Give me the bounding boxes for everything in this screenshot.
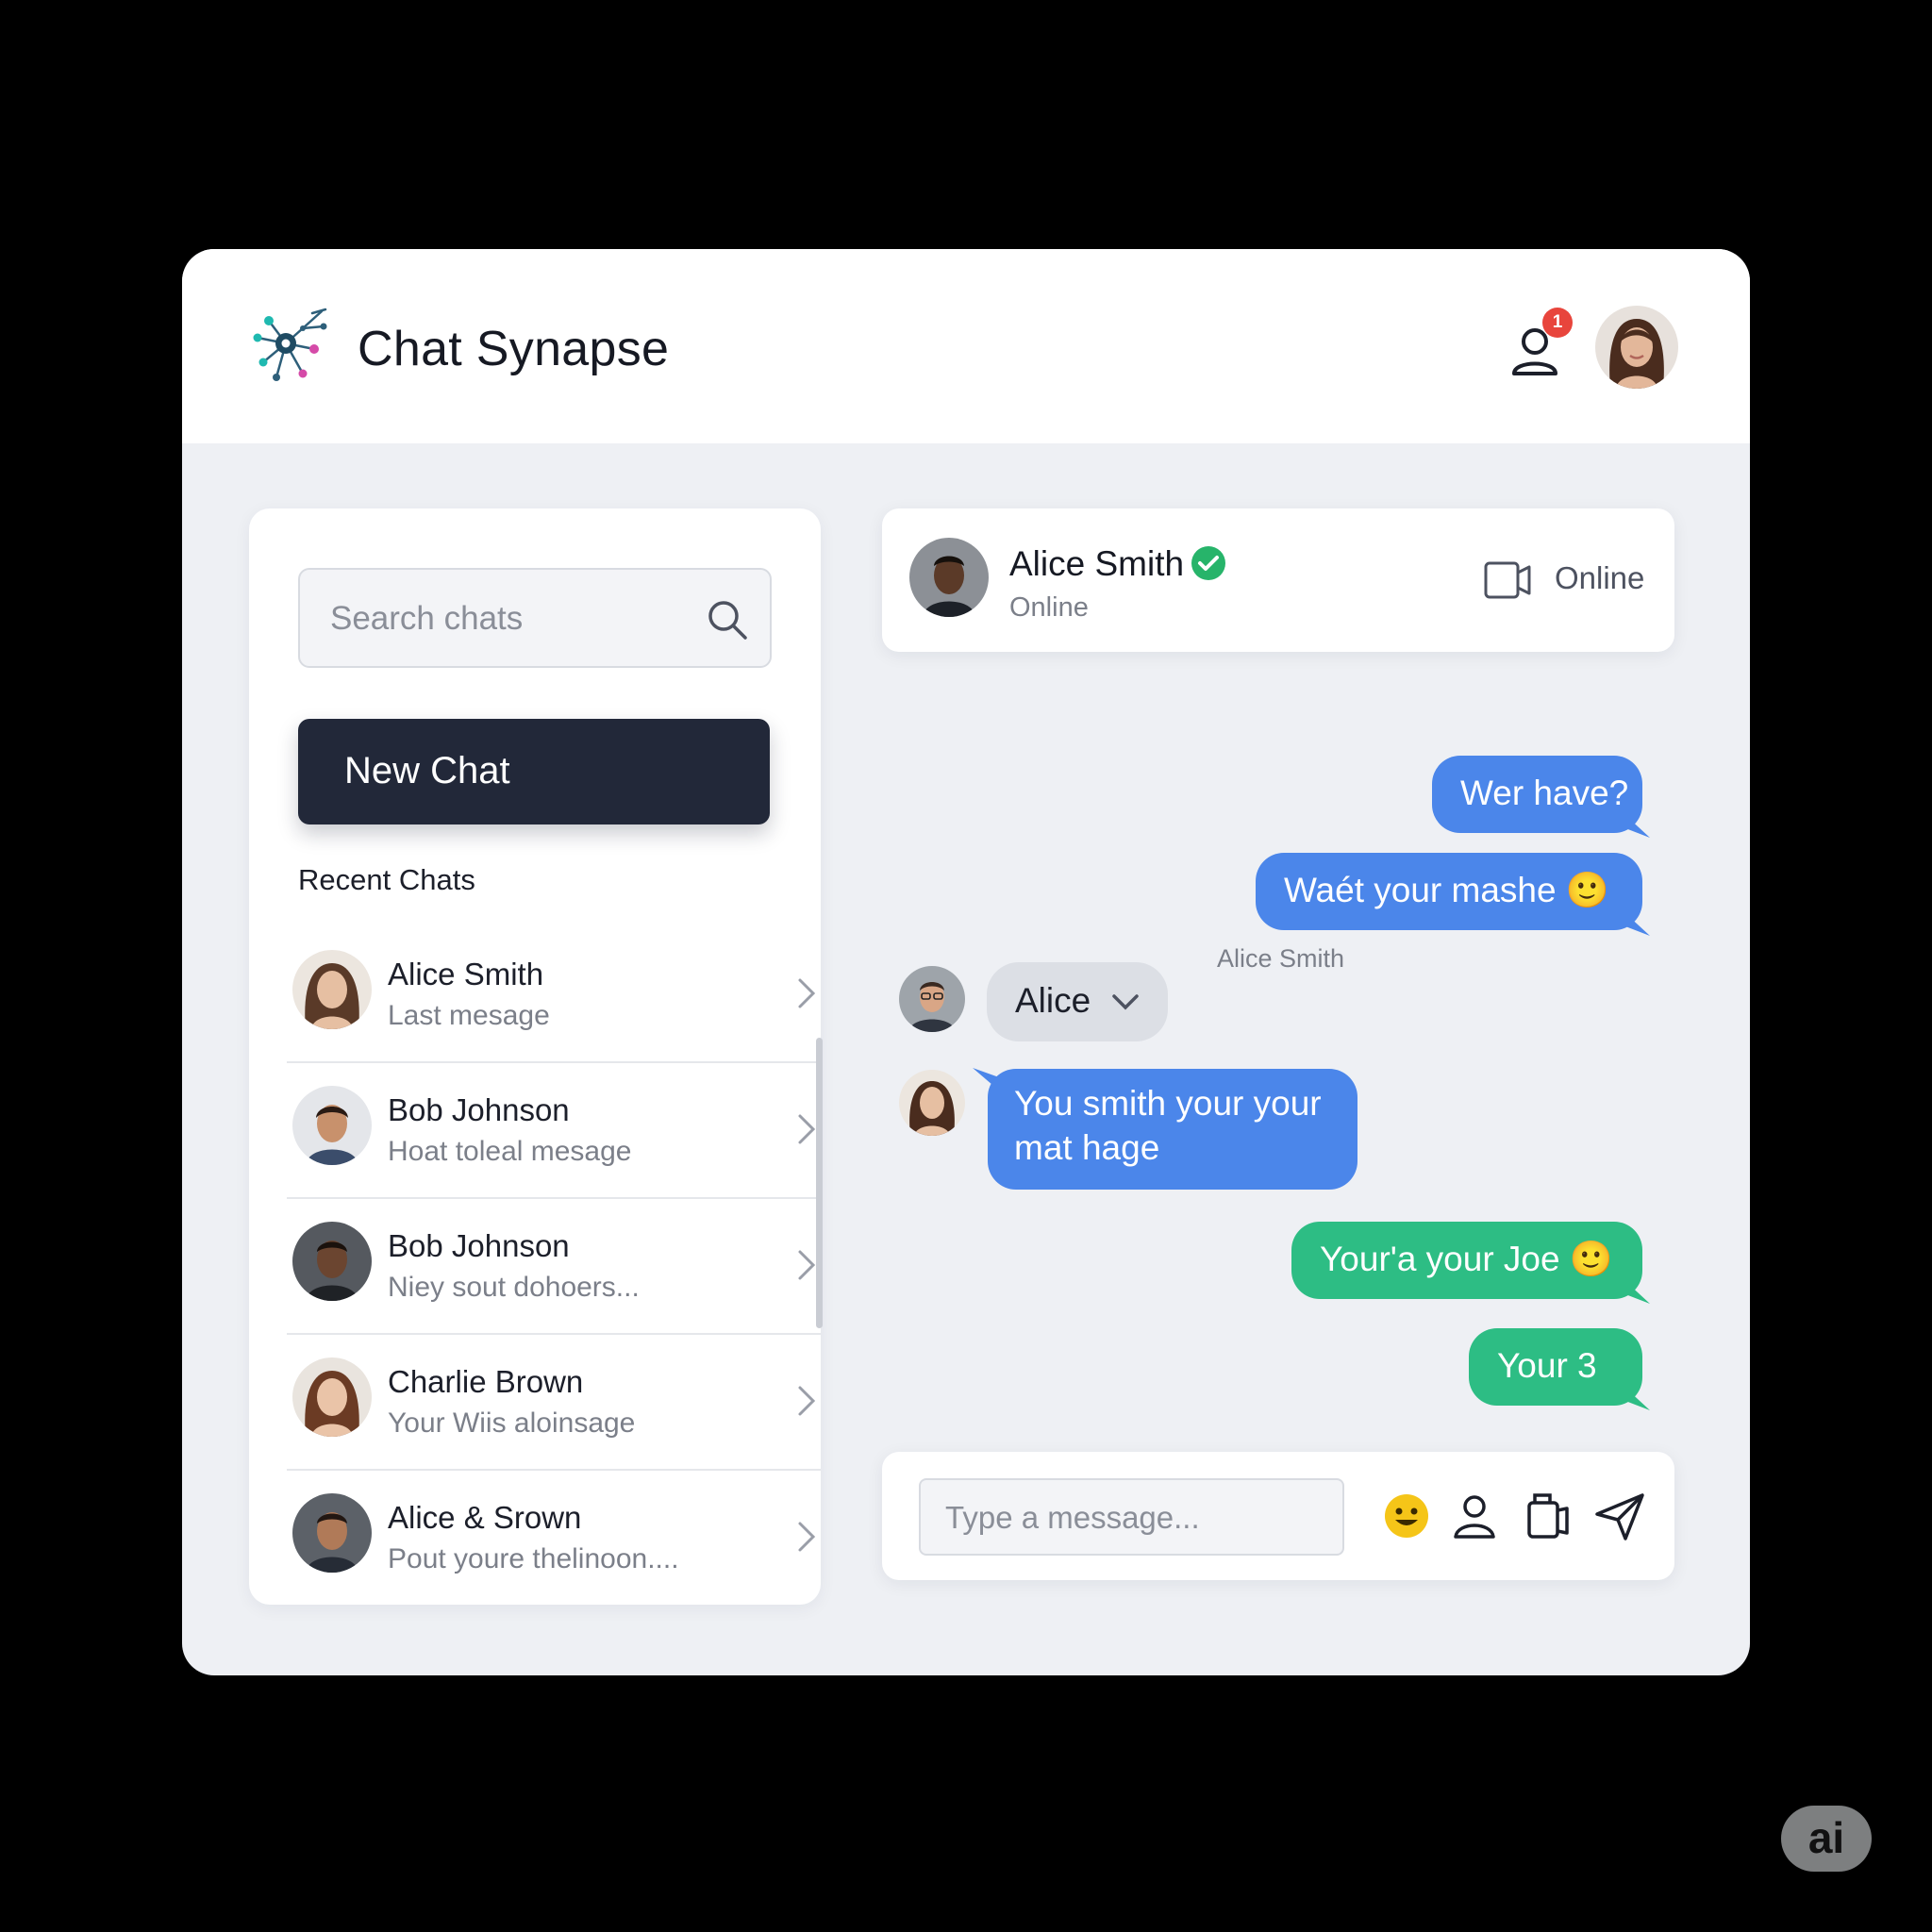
user-avatar[interactable] <box>1595 306 1678 389</box>
bubble-tail <box>1625 815 1650 838</box>
message-text: Your 3 <box>1497 1346 1597 1385</box>
message-text: Wer have? <box>1460 774 1629 812</box>
chat-sidebar: Search chats New Chat Recent Chats Alice… <box>249 508 821 1605</box>
contact-avatar <box>909 538 989 617</box>
chat-preview: Niey sout dohoers... <box>388 1272 640 1303</box>
chat-preview: Last mesage <box>388 1000 550 1031</box>
chat-contact-name: Bob Johnson <box>388 1092 570 1127</box>
verified-check-icon <box>1191 546 1225 580</box>
contact-status: Online <box>1009 592 1089 623</box>
chevron-right-icon <box>798 1250 816 1280</box>
chat-list-item[interactable]: Charlie Brown Your Wiis aloinsage <box>287 1335 821 1471</box>
app-title: Chat Synapse <box>358 322 670 376</box>
new-chat-button[interactable]: New Chat <box>298 719 770 824</box>
contact-avatar <box>292 1086 372 1165</box>
message-text-line-2: mat hage <box>1014 1128 1160 1167</box>
ai-watermark-badge: ai <box>1781 1806 1872 1872</box>
contact-avatar <box>292 1493 372 1573</box>
chat-contact-name: Bob Johnson <box>388 1228 570 1263</box>
outgoing-message[interactable]: Wer have? <box>1432 756 1642 833</box>
sender-avatar <box>899 966 965 1032</box>
header-status-label: Online <box>1555 560 1645 595</box>
video-call-icon[interactable] <box>1483 559 1532 601</box>
chat-preview: Hoat toleal mesage <box>388 1136 632 1167</box>
bubble-tail <box>1625 1281 1650 1304</box>
conversation-header: Alice Smith Online Online <box>882 508 1674 652</box>
chevron-right-icon <box>798 1522 816 1552</box>
sender-avatar <box>899 1070 965 1136</box>
message-text: Waét your mashe 🙂 <box>1284 871 1609 909</box>
contact-avatar <box>292 1222 372 1301</box>
chat-list-item[interactable]: Bob Johnson Niey sout dohoers... <box>287 1199 821 1335</box>
contact-avatar <box>292 1357 372 1437</box>
chat-app-window: Chat Synapse 1 Search chats New Chat Rec… <box>182 249 1750 1675</box>
sender-name-dropdown[interactable]: Alice <box>987 962 1168 1041</box>
outgoing-message[interactable]: Your 3 <box>1469 1328 1642 1406</box>
chat-list-item[interactable]: Alice Smith Last mesage <box>287 927 821 1063</box>
search-input[interactable]: Search chats <box>298 568 772 668</box>
emoji-icon[interactable] <box>1380 1490 1433 1542</box>
contact-icon[interactable] <box>1448 1490 1501 1542</box>
chat-list-item[interactable]: Bob Johnson Hoat toleal mesage <box>287 1063 821 1199</box>
outgoing-message[interactable]: Waét your mashe 🙂 <box>1256 853 1642 930</box>
chat-contact-name: Alice Smith <box>388 957 544 991</box>
chat-contact-name: Charlie Brown <box>388 1364 584 1399</box>
chevron-right-icon <box>798 1386 816 1416</box>
sender-name: Alice <box>1015 981 1091 1020</box>
new-chat-label: New Chat <box>344 750 510 791</box>
message-input-placeholder: Type a message... <box>945 1500 1200 1535</box>
send-icon[interactable] <box>1593 1490 1646 1542</box>
top-bar: Chat Synapse 1 <box>182 249 1750 443</box>
message-composer: Type a message... <box>882 1452 1674 1580</box>
notification-badge: 1 <box>1542 308 1573 338</box>
chat-contact-name: Alice & Srown <box>388 1500 582 1535</box>
conversation-day-label: Alice Smith <box>1217 944 1345 973</box>
message-text-line-1: You smith your your <box>1014 1084 1322 1123</box>
chat-list-item[interactable]: Alice & Srown Pout youre thelinoon.... <box>287 1471 821 1605</box>
bubble-tail <box>1625 913 1650 936</box>
outgoing-message[interactable]: Your'a your Joe 🙂 <box>1291 1222 1642 1299</box>
search-placeholder: Search chats <box>330 600 524 637</box>
chat-preview: Pout youre thelinoon.... <box>388 1543 679 1574</box>
chevron-right-icon <box>798 978 816 1008</box>
chat-preview: Your Wiis aloinsage <box>388 1407 636 1439</box>
contact-name: Alice Smith <box>1009 544 1185 583</box>
message-text: Your'a your Joe 🙂 <box>1320 1240 1613 1278</box>
attachment-icon[interactable] <box>1522 1490 1574 1542</box>
contact-avatar <box>292 950 372 1029</box>
network-logo-icon <box>253 308 327 381</box>
recent-chats-heading: Recent Chats <box>298 863 475 896</box>
bubble-tail <box>1625 1388 1650 1410</box>
sidebar-scrollbar[interactable] <box>816 1038 823 1328</box>
incoming-message[interactable]: You smith your your mat hage <box>988 1069 1357 1190</box>
search-icon[interactable] <box>704 596 751 643</box>
message-input[interactable]: Type a message... <box>919 1478 1344 1556</box>
chevron-down-icon <box>1112 994 1139 1010</box>
chevron-right-icon <box>798 1114 816 1144</box>
